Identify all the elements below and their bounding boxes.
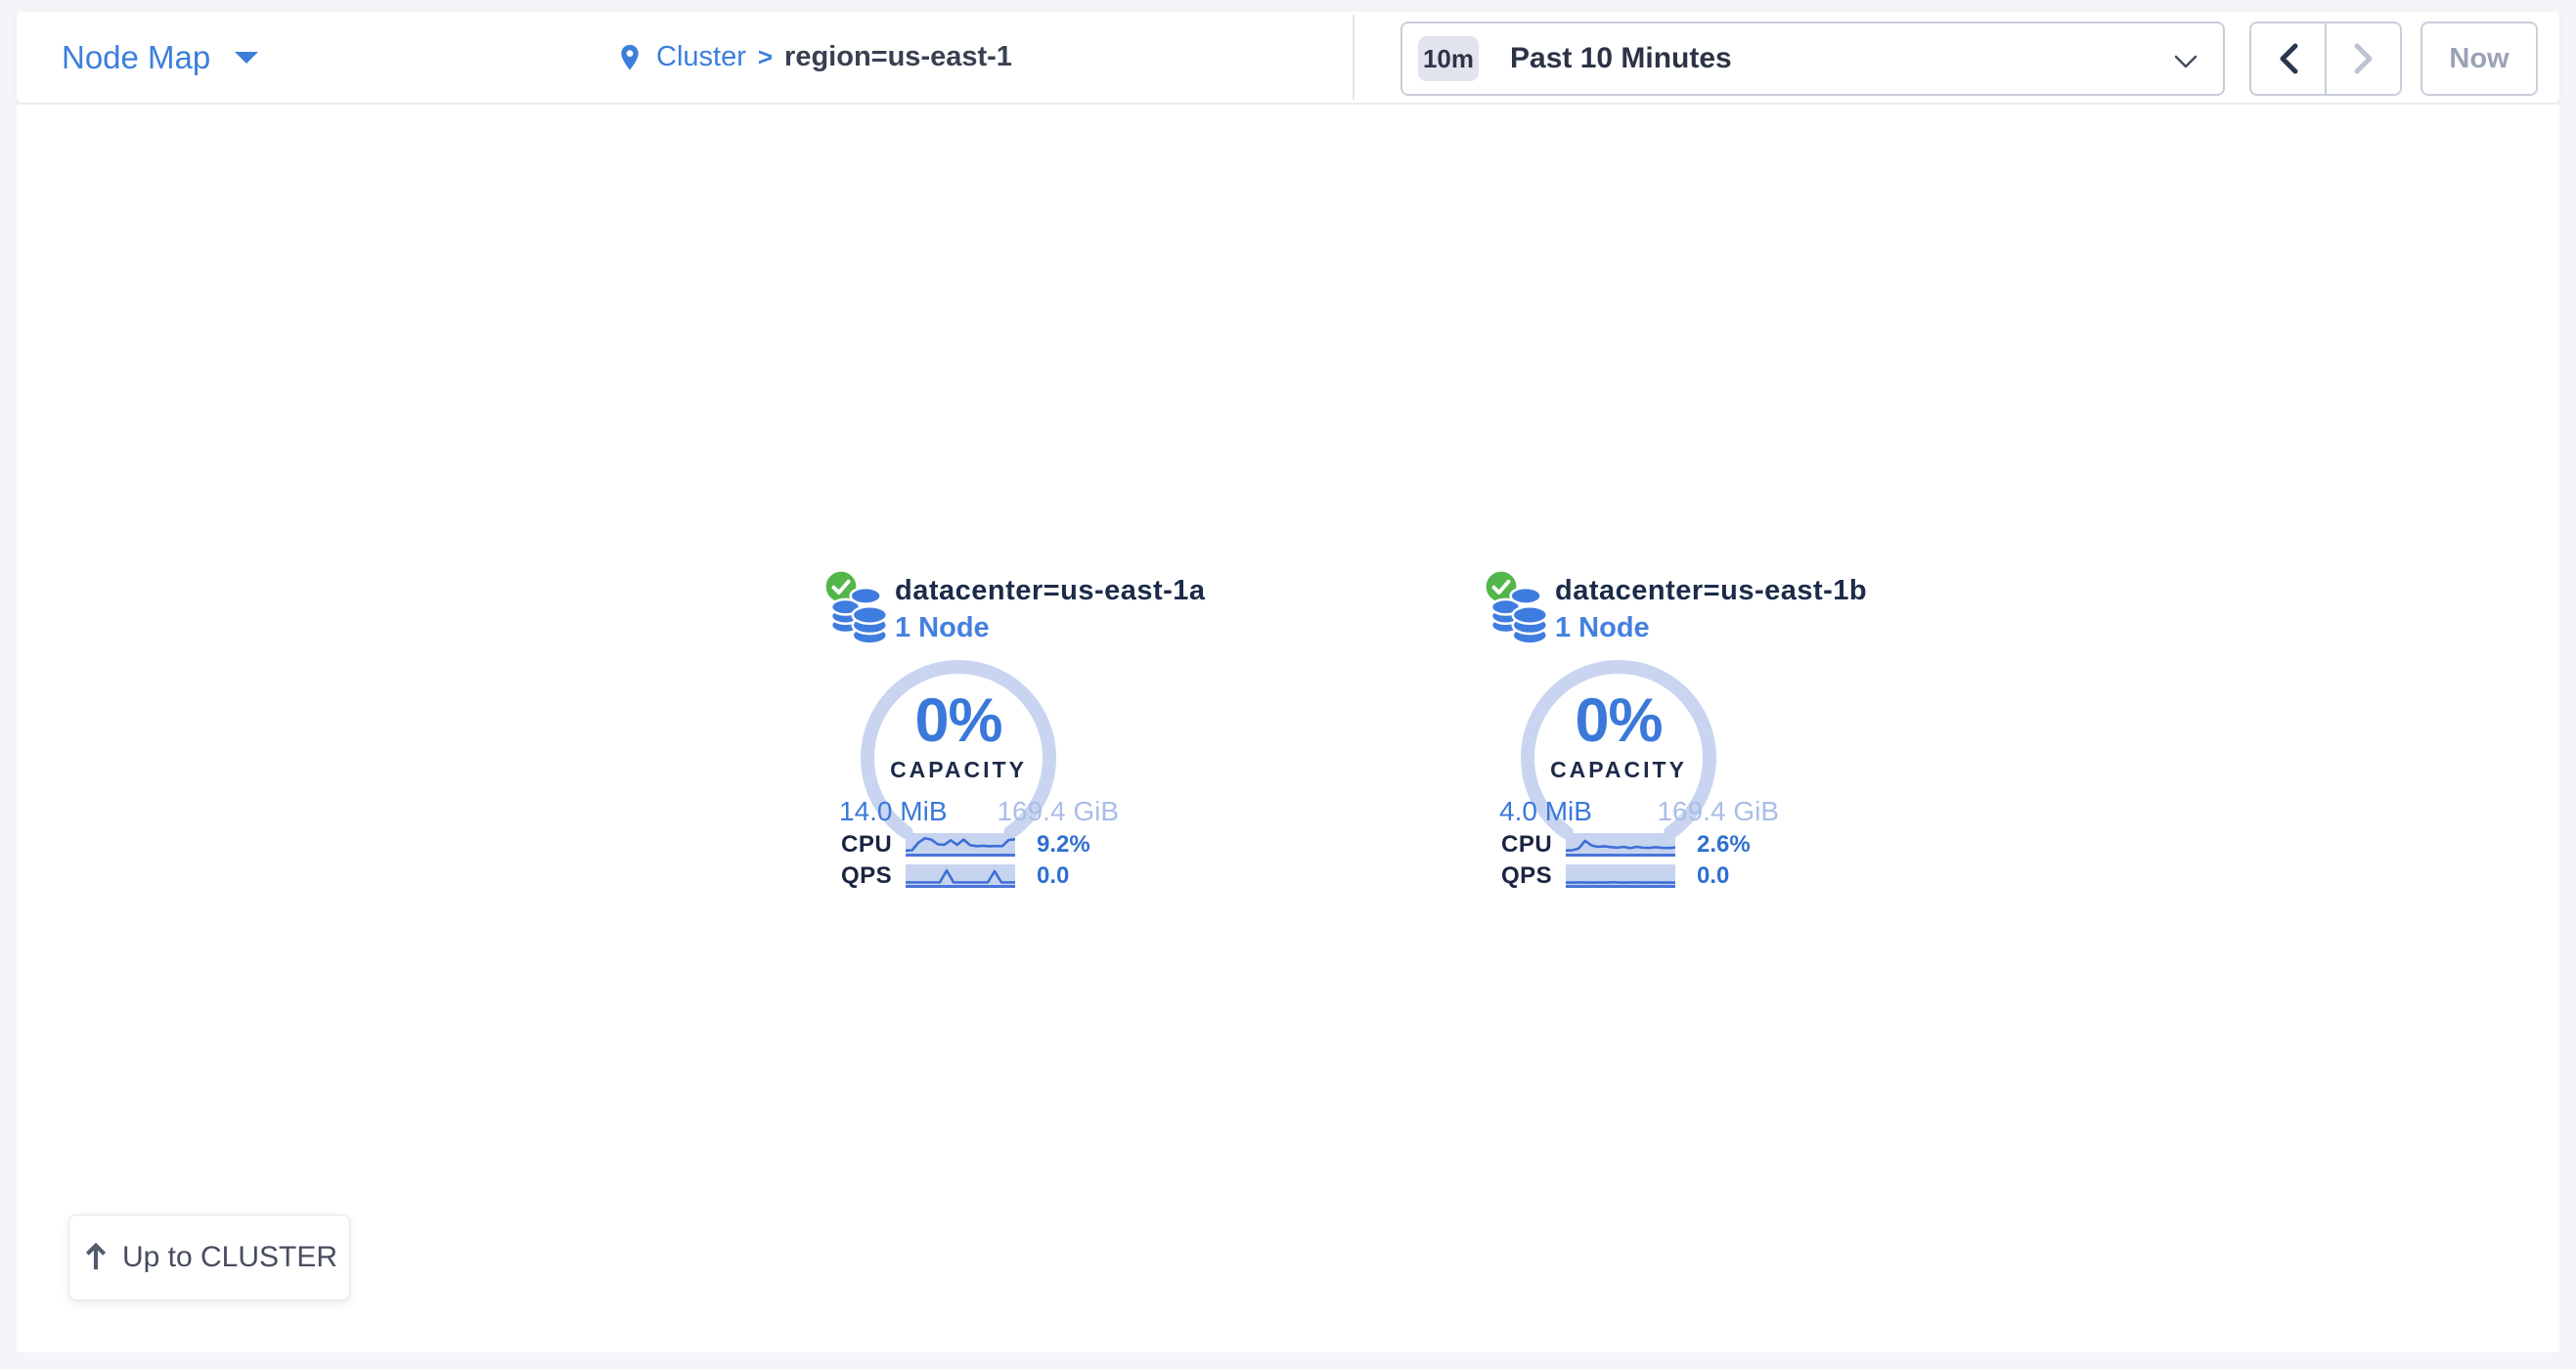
chevron-right-icon [2351,42,2376,75]
time-range-dropdown[interactable]: 10m Past 10 Minutes [1400,22,2225,96]
now-button[interactable]: Now [2421,22,2538,96]
time-nav-group [2249,22,2402,96]
cpu-sparkline [906,833,1015,857]
time-back-button[interactable] [2251,23,2325,94]
datacenter-node-count: 1 Node [1555,612,1650,644]
capacity-total: 169.4 GiB [997,796,1119,827]
capacity-gauge: 0% CAPACITY [856,655,1061,861]
map-pin-icon [615,41,644,74]
capacity-caption: CAPACITY [856,759,1061,781]
up-to-cluster-button[interactable]: Up to CLUSTER [68,1214,350,1301]
capacity-caption: CAPACITY [1516,759,1721,781]
chevron-left-icon [2276,42,2301,75]
breadcrumb-cluster-link[interactable]: Cluster [656,41,746,73]
time-forward-button[interactable] [2325,23,2400,94]
topbar: Node Map Cluster > region=us-east-1 10m … [17,12,2559,103]
topbar-divider [1353,15,1355,100]
node-map-page: Node Map Cluster > region=us-east-1 10m … [0,0,2576,1369]
capacity-percent: 0% [856,690,1061,752]
datacenter-node-count: 1 Node [895,612,990,644]
caret-down-icon [234,51,259,65]
breadcrumb-separator: > [758,42,773,72]
capacity-used: 4.0 MiB [1499,796,1592,827]
time-range-badge: 10m [1418,36,1479,81]
time-range-label: Past 10 Minutes [1510,42,1732,75]
cpu-sparkline [1566,833,1675,857]
view-selector[interactable]: Node Map [62,12,259,103]
capacity-total: 169.4 GiB [1657,796,1779,827]
qps-sparkline [906,864,1015,888]
datacenter-card-us-east-1a[interactable]: datacenter=us-east-1a 1 Node 0% CAPACITY… [822,567,1174,905]
breadcrumb: Cluster > region=us-east-1 [615,12,1012,103]
view-selector-label: Node Map [62,39,210,76]
chevron-down-icon [2174,55,2198,68]
up-to-cluster-label: Up to CLUSTER [122,1241,337,1274]
cpu-value: 2.6% [1697,831,1751,859]
qps-label: QPS [841,862,892,890]
qps-label: QPS [1501,862,1552,890]
cpu-metric-row: CPU 9.2% [841,831,1144,859]
qps-metric-row: QPS 0.0 [1501,862,1804,890]
arrow-up-icon [81,1242,111,1273]
qps-value: 0.0 [1037,862,1069,890]
capacity-percent: 0% [1516,690,1721,752]
capacity-used: 14.0 MiB [839,796,948,827]
cpu-value: 9.2% [1037,831,1090,859]
breadcrumb-current: region=us-east-1 [784,41,1012,73]
cpu-label: CPU [1501,831,1552,859]
qps-metric-row: QPS 0.0 [841,862,1144,890]
datacenter-title: datacenter=us-east-1b [1555,575,1867,607]
database-stack-icon [1489,587,1552,645]
cpu-label: CPU [841,831,892,859]
capacity-values: 14.0 MiB 169.4 GiB [839,796,1119,827]
datacenter-card-us-east-1b[interactable]: datacenter=us-east-1b 1 Node 0% CAPACITY… [1482,567,1834,905]
datacenter-title: datacenter=us-east-1a [895,575,1206,607]
qps-sparkline [1566,864,1675,888]
database-stack-icon [829,587,892,645]
qps-value: 0.0 [1697,862,1729,890]
capacity-values: 4.0 MiB 169.4 GiB [1499,796,1779,827]
capacity-gauge: 0% CAPACITY [1516,655,1721,861]
cpu-metric-row: CPU 2.6% [1501,831,1804,859]
node-map-canvas: datacenter=us-east-1a 1 Node 0% CAPACITY… [17,105,2559,1352]
